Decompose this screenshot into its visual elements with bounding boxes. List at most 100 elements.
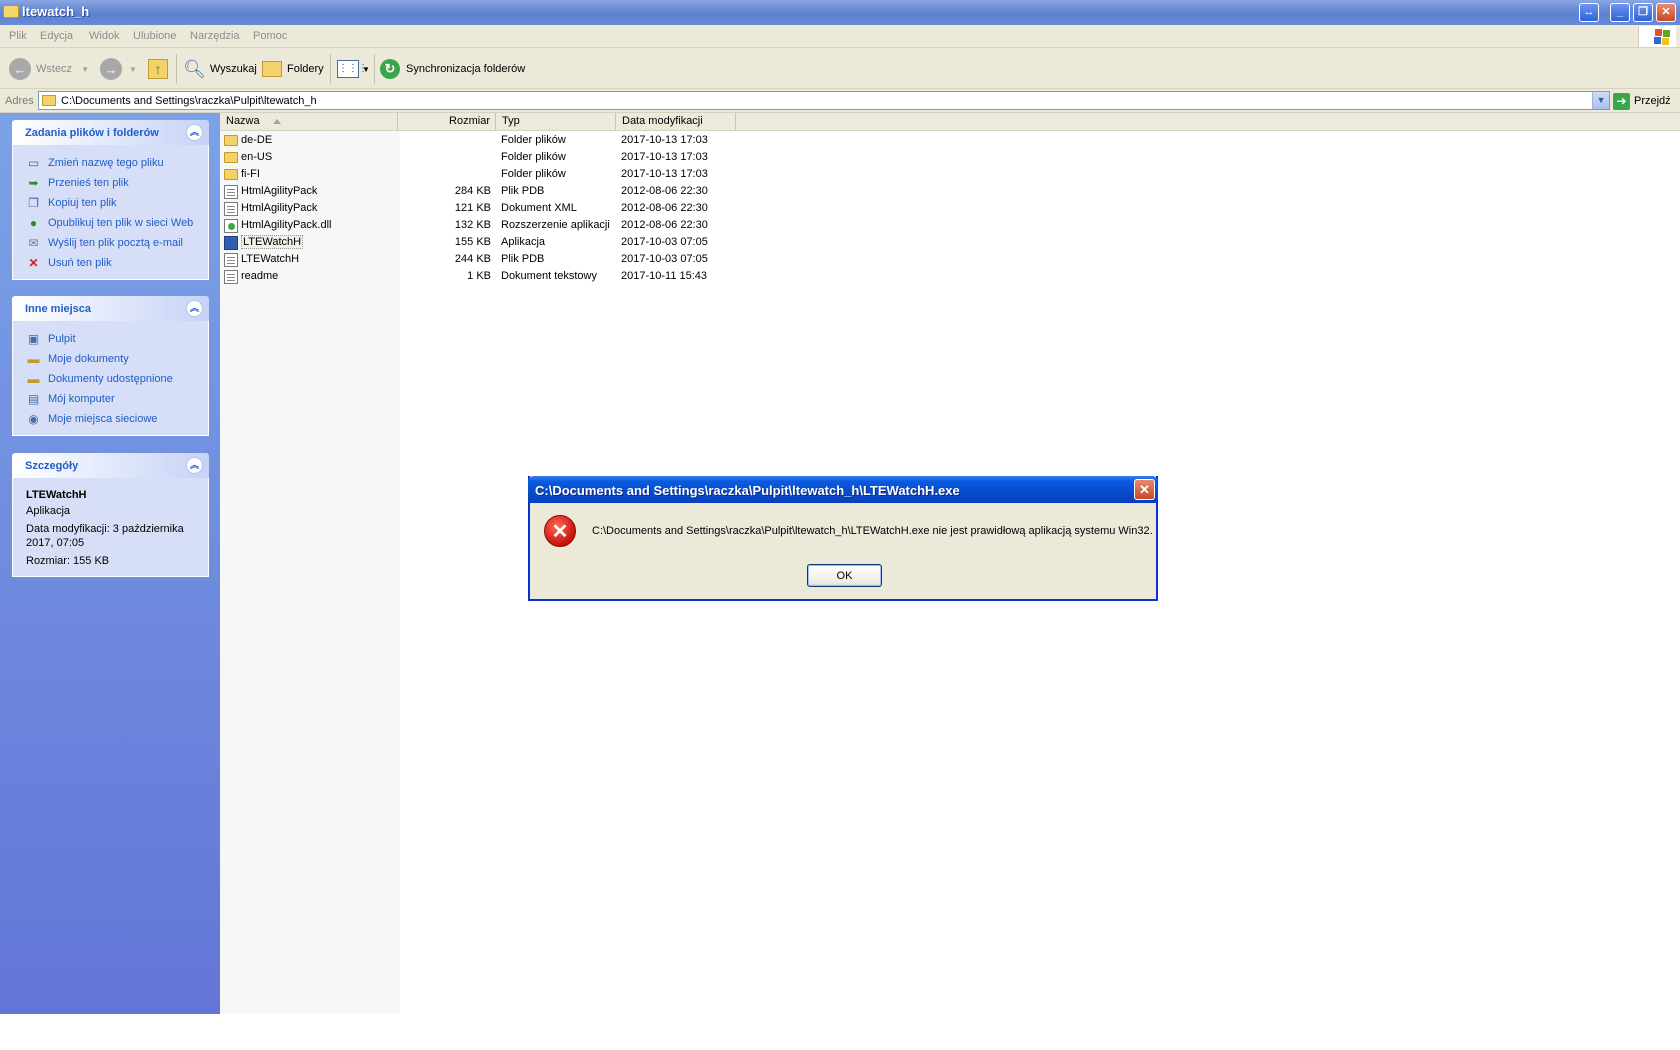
maximize-button[interactable]: ❐ [1633, 3, 1653, 22]
go-button[interactable]: ➔ Przejdź [1613, 92, 1671, 110]
place-my-documents[interactable]: ▬ Moje dokumenty [13, 349, 208, 369]
globe-icon: ● [29, 216, 38, 230]
details-panel: Szczegóły ︽ LTEWatchH Aplikacja Data mod… [12, 453, 209, 577]
up-folder-icon: ↑ [148, 59, 168, 79]
menu-pomoc[interactable]: Pomoc [253, 30, 287, 42]
network-icon: ◉ [28, 412, 39, 426]
file-row[interactable]: fi-FI Folder plików 2017-10-13 17:03 [220, 166, 1680, 183]
detail-size: Rozmiar: 155 KB [26, 555, 110, 567]
menu-widok[interactable]: Widok [89, 30, 120, 42]
other-places-panel: Inne miejsca ︽ ▣ Pulpit ▬ Moje dokumenty ▬… [12, 296, 209, 436]
ok-button[interactable]: OK [807, 564, 882, 587]
panel-header[interactable]: Inne miejsca ︽ [12, 296, 209, 321]
address-path: C:\Documents and Settings\raczka\Pulpit\… [61, 95, 317, 107]
task-rename-file[interactable]: ▭ Zmień nazwę tego pliku [13, 153, 208, 173]
up-folder-button[interactable]: ↑ [148, 56, 168, 82]
move-icon: ➥ [28, 176, 39, 190]
file-row[interactable]: de-DE Folder plików 2017-10-13 17:03 [220, 132, 1680, 149]
task-move-file[interactable]: ➥ Przenieś ten plik [13, 173, 208, 193]
place-network[interactable]: ◉ Moje miejsca sieciowe [13, 409, 208, 429]
collapse-chevron-icon[interactable]: ︽ [186, 457, 203, 474]
detail-type: Aplikacja [26, 505, 71, 517]
text-file-icon [224, 270, 238, 284]
folder-icon [224, 169, 238, 180]
forward-button[interactable]: → ▼ [100, 56, 137, 82]
pdb-file-icon [224, 185, 238, 199]
collapse-chevron-icon[interactable]: ︽ [186, 300, 203, 317]
file-row[interactable]: en-US Folder plików 2017-10-13 17:03 [220, 149, 1680, 166]
panel-header[interactable]: Szczegóły ︽ [12, 453, 209, 478]
title-bar[interactable]: ltewatch_h ↔ _ ❐ ✕ [0, 0, 1680, 25]
dialog-message: C:\Documents and Settings\raczka\Pulpit\… [592, 525, 1153, 537]
forward-arrow-icon: → [100, 58, 122, 80]
dialog-title-bar[interactable]: C:\Documents and Settings\raczka\Pulpit\… [528, 476, 1158, 503]
error-dialog: C:\Documents and Settings\raczka\Pulpit\… [528, 476, 1158, 601]
address-label: Adres [5, 95, 34, 107]
menu-plik[interactable]: Plik [9, 30, 27, 42]
error-icon: ✕ [544, 515, 576, 547]
task-delete-file[interactable]: ✕ Usuń ten plik [13, 253, 208, 273]
menu-edycja[interactable]: Edycja [40, 30, 73, 42]
menu-narzedzia[interactable]: Narzędzia [190, 30, 240, 42]
chevron-down-icon: ▼ [81, 64, 89, 74]
copy-icon: ❐ [28, 196, 39, 210]
dialog-close-button[interactable]: ✕ [1134, 479, 1155, 500]
dialog-title: C:\Documents and Settings\raczka\Pulpit\… [535, 483, 960, 498]
explorer-window: ltewatch_h ↔ _ ❐ ✕ Plik Edycja Widok Ulu… [0, 0, 1680, 1014]
go-arrow-icon: ➔ [1613, 92, 1630, 110]
search-button[interactable]: 🔍︎ Wyszukaj [183, 56, 257, 82]
resize-arrows-icon[interactable]: ↔ [1579, 3, 1599, 22]
sync-folders-button[interactable]: ↻ Synchronizacja folderów [380, 56, 525, 82]
chevron-down-icon: ▼ [362, 64, 370, 74]
documents-folder-icon: ▬ [27, 352, 40, 366]
search-icon: 🔍︎ [183, 58, 206, 79]
place-shared-documents[interactable]: ▬ Dokumenty udostępnione [13, 369, 208, 389]
mail-icon: ✉ [28, 236, 39, 250]
task-copy-file[interactable]: ❐ Kopiuj ten plik [13, 193, 208, 213]
desktop-icon: ▣ [27, 332, 40, 346]
collapse-chevron-icon[interactable]: ︽ [186, 124, 203, 141]
file-row[interactable]: HtmlAgilityPack 284 KB Plik PDB 2012-08-… [220, 183, 1680, 200]
chevron-down-icon[interactable]: ▼ [1592, 92, 1609, 109]
rename-icon: ▭ [27, 156, 40, 170]
views-grid-icon: ⋮⋮⋮ [337, 60, 368, 78]
folder-icon [224, 152, 238, 163]
folder-icon [224, 135, 238, 146]
panel-header[interactable]: Zadania plików i folderów ︽ [12, 120, 209, 145]
file-row-selected[interactable]: LTEWatchH 155 KB Aplikacja 2017-10-03 07… [220, 234, 1680, 251]
menu-ulubione[interactable]: Ulubione [133, 30, 176, 42]
column-date[interactable]: Data modyfikacji [616, 113, 736, 131]
column-name[interactable]: Nazwa [220, 113, 398, 131]
sort-up-icon [273, 119, 281, 124]
file-row[interactable]: readme 1 KB Dokument tekstowy 2017-10-11… [220, 268, 1680, 285]
task-pane: Zadania plików i folderów ︽ ▭ Zmień nazwę… [0, 113, 220, 1014]
menu-bar: Plik Edycja Widok Ulubione Narzędzia Pom… [0, 25, 1680, 48]
file-tasks-panel: Zadania plików i folderów ︽ ▭ Zmień nazwę… [12, 120, 209, 280]
file-row[interactable]: HtmlAgilityPack 121 KB Dokument XML 2012… [220, 200, 1680, 217]
views-button[interactable]: ⋮⋮⋮ ▼ [337, 56, 370, 82]
place-desktop[interactable]: ▣ Pulpit [13, 329, 208, 349]
folders-button[interactable]: Foldery [262, 56, 324, 82]
computer-icon: ▤ [27, 392, 40, 406]
place-my-computer[interactable]: ▤ Mój komputer [13, 389, 208, 409]
address-input[interactable]: C:\Documents and Settings\raczka\Pulpit\… [38, 91, 1610, 110]
folder-icon [3, 5, 19, 18]
minimize-button[interactable]: _ [1610, 3, 1630, 22]
close-button[interactable]: ✕ [1656, 3, 1676, 22]
file-row[interactable]: HtmlAgilityPack.dll 132 KB Rozszerzenie … [220, 217, 1680, 234]
file-row[interactable]: LTEWatchH 244 KB Plik PDB 2017-10-03 07:… [220, 251, 1680, 268]
folder-icon [42, 95, 56, 106]
back-button[interactable]: ← Wstecz ▼ [9, 56, 89, 82]
address-bar: Adres C:\Documents and Settings\raczka\P… [0, 89, 1680, 113]
sync-icon: ↻ [380, 59, 400, 79]
detail-name: LTEWatchH [26, 489, 87, 501]
task-email-file[interactable]: ✉ Wyślij ten plik pocztą e-mail [13, 233, 208, 253]
column-size[interactable]: Rozmiar [398, 113, 496, 131]
detail-modified: Data modyfikacji: 3 października 2017, 0… [26, 523, 184, 549]
chevron-down-icon: ▼ [129, 64, 137, 74]
pdb-file-icon [224, 253, 238, 267]
shared-folder-icon: ▬ [27, 372, 40, 386]
windows-logo-icon [1638, 26, 1676, 47]
column-type[interactable]: Typ [496, 113, 616, 131]
task-publish-web[interactable]: ● Opublikuj ten plik w sieci Web [13, 213, 208, 233]
